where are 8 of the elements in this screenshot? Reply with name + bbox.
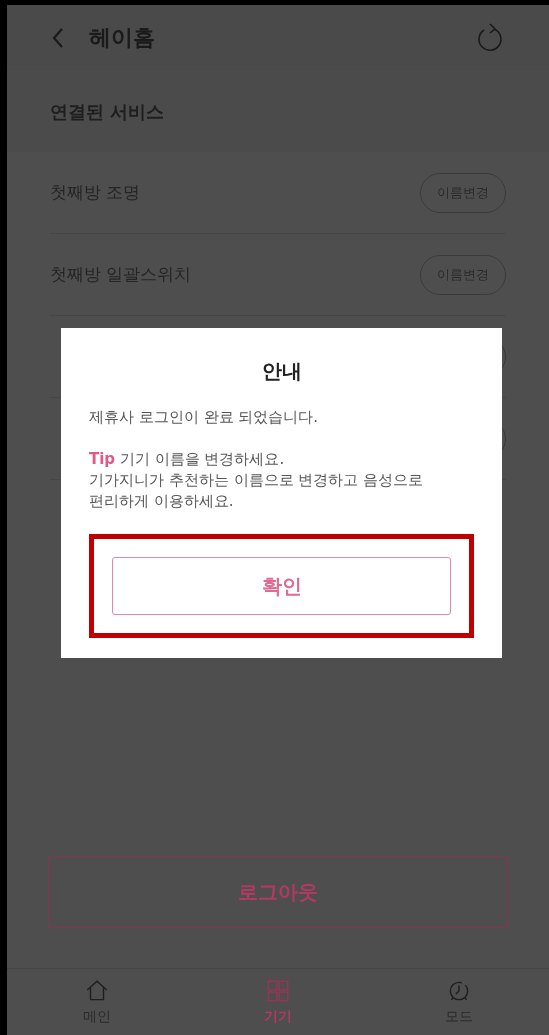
logout-button[interactable]: 로그아웃 <box>48 856 508 928</box>
nav-tab[interactable]: 기기 <box>187 969 369 1035</box>
dialog-message: 제휴사 로그인이 완료 되었습니다. <box>89 407 320 428</box>
dialog-title: 안내 <box>261 358 302 385</box>
refresh-icon[interactable] <box>475 21 505 54</box>
tip-text: Tip 기기 이름을 변경하세요. 기가지니가 추천하는 이름으로 변경하고 음성으로 편리하게 이용하세요. <box>89 448 425 512</box>
confirm-button[interactable]: 확인 <box>112 556 451 615</box>
back-chevron-icon[interactable] <box>51 26 65 49</box>
